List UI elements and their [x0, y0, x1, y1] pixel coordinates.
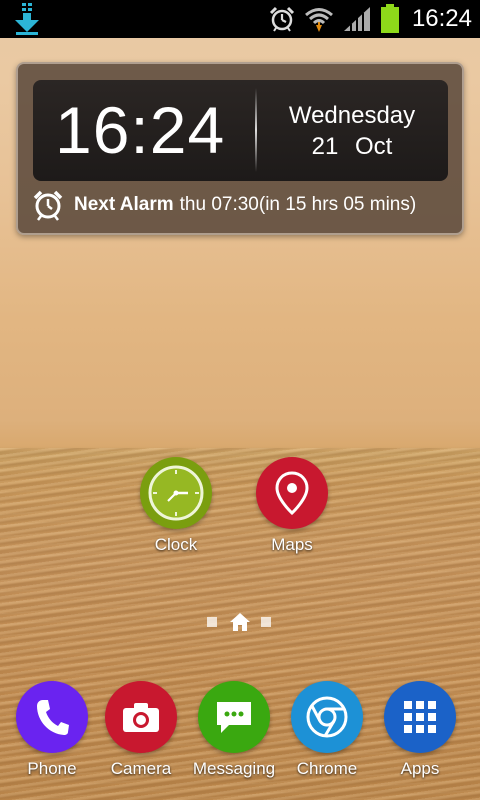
clock-widget[interactable]: 16:24 Wednesday 21 Oct Next Alarm thu 07… — [16, 62, 464, 235]
next-alarm-row[interactable]: Next Alarm thu 07:30(in 15 hrs 05 mins) — [32, 188, 452, 222]
chrome-icon — [291, 681, 363, 753]
home-icon[interactable] — [229, 612, 251, 632]
widget-date: 21 Oct — [311, 133, 393, 160]
page-indicator[interactable] — [204, 612, 276, 632]
dock-messaging[interactable]: Messaging — [193, 681, 275, 778]
next-alarm-label: Next Alarm — [74, 194, 174, 215]
app-label: Clock — [154, 535, 198, 554]
alarm-icon — [269, 6, 294, 32]
widget-day: Wednesday — [288, 102, 416, 129]
apps-grid-icon — [384, 681, 456, 753]
dock-chrome[interactable]: Chrome — [291, 681, 363, 778]
status-bar[interactable]: 16:24 — [0, 0, 480, 38]
app-label: Maps — [271, 535, 313, 554]
alarm-clock-icon — [33, 190, 63, 221]
page-dot[interactable] — [207, 617, 217, 627]
status-time: 16:24 — [411, 5, 472, 32]
app-maps[interactable]: Maps — [256, 457, 328, 554]
dock-phone[interactable]: Phone — [16, 681, 88, 778]
download-icon — [15, 3, 39, 35]
wifi-icon — [304, 8, 333, 32]
messaging-icon — [198, 681, 270, 753]
widget-time: 16:24 — [55, 93, 226, 167]
next-alarm-text: thu 07:30(in 15 hrs 05 mins) — [179, 194, 417, 215]
map-pin-icon — [256, 457, 328, 529]
dock-apps[interactable]: Apps — [384, 681, 456, 778]
camera-icon — [105, 681, 177, 753]
page-dot[interactable] — [261, 617, 271, 627]
clock-panel[interactable]: 16:24 Wednesday 21 Oct — [33, 80, 448, 181]
battery-icon — [380, 4, 399, 33]
phone-icon — [16, 681, 88, 753]
app-clock[interactable]: Clock — [140, 457, 212, 554]
app-label: Apps — [400, 759, 440, 778]
clock-divider — [255, 88, 257, 172]
dock-camera[interactable]: Camera — [105, 681, 177, 778]
clock-icon — [140, 457, 212, 529]
signal-icon — [343, 7, 370, 31]
